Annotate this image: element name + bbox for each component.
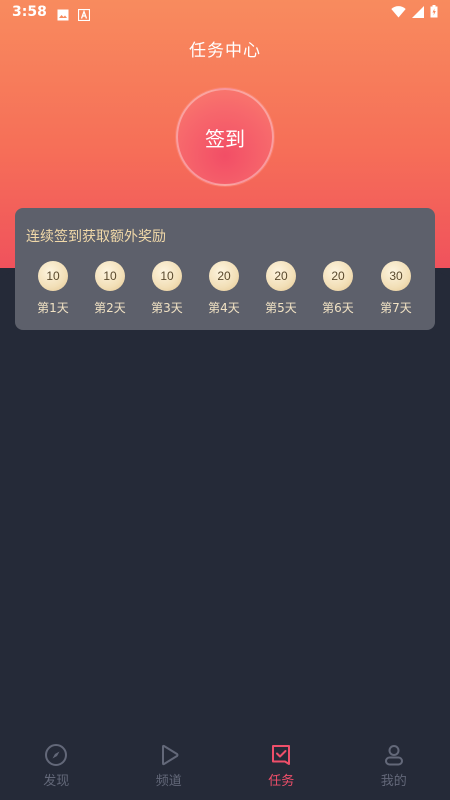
tab-mine[interactable]: 我的 [338, 735, 450, 800]
reward-card-title: 连续签到获取额外奖励 [26, 229, 166, 245]
coin-badge: 20 [323, 261, 353, 291]
font-notification-icon [77, 6, 90, 22]
reward-day-3: 10 第3天 [142, 261, 192, 316]
coin-badge: 20 [209, 261, 239, 291]
reward-day-5: 20 第5天 [256, 261, 306, 316]
battery-icon [430, 3, 438, 22]
coin-badge: 10 [38, 261, 68, 291]
tab-label: 我的 [380, 774, 407, 789]
day-label: 第7天 [380, 301, 412, 315]
reward-day-7: 30 第7天 [371, 261, 421, 316]
tab-task[interactable]: 任务 [225, 735, 338, 800]
checkin-button[interactable]: 签到 [176, 88, 274, 186]
bottom-tab-bar: 发现 频道 任务 我的 [0, 735, 450, 800]
status-indicators [391, 3, 438, 22]
day-label: 第6天 [322, 301, 354, 315]
tab-label: 频道 [155, 774, 182, 789]
reward-day-4: 20 第4天 [199, 261, 249, 316]
reward-day-6: 20 第6天 [313, 261, 363, 316]
play-icon [157, 743, 181, 767]
coin-badge: 30 [381, 261, 411, 291]
checkin-button-label: 签到 [205, 126, 245, 151]
status-bar: 3:58 [0, 0, 450, 24]
user-icon [382, 743, 406, 767]
consecutive-reward-card: 连续签到获取额外奖励 10 第1天 10 第2天 10 第3天 20 第4天 2… [15, 208, 435, 330]
day-label: 第1天 [37, 301, 69, 315]
image-notification-icon [57, 6, 69, 21]
coin-badge: 10 [152, 261, 182, 291]
reward-day-1: 10 第1天 [28, 261, 78, 316]
task-check-icon [269, 743, 293, 767]
tab-label: 发现 [43, 774, 70, 789]
day-label: 第4天 [208, 301, 240, 315]
tab-label: 任务 [268, 774, 295, 789]
day-label: 第5天 [265, 301, 297, 315]
compass-icon [44, 743, 68, 767]
coin-badge: 20 [266, 261, 296, 291]
tab-discover[interactable]: 发现 [0, 735, 113, 800]
task-center-screen: 3:58 任务中心 签到 连续签到获取额外奖励 10 第1天 10 第2天 10… [0, 0, 450, 800]
day-label: 第3天 [151, 301, 183, 315]
page-title: 任务中心 [189, 41, 261, 61]
tab-channel[interactable]: 频道 [113, 735, 226, 800]
wifi-icon [391, 3, 406, 22]
reward-days-row: 10 第1天 10 第2天 10 第3天 20 第4天 20 第5天 20 第6… [15, 261, 435, 321]
reward-day-2: 10 第2天 [85, 261, 135, 316]
coin-badge: 10 [95, 261, 125, 291]
signal-icon [412, 3, 424, 22]
status-time: 3:58 [12, 4, 47, 20]
day-label: 第2天 [94, 301, 126, 315]
